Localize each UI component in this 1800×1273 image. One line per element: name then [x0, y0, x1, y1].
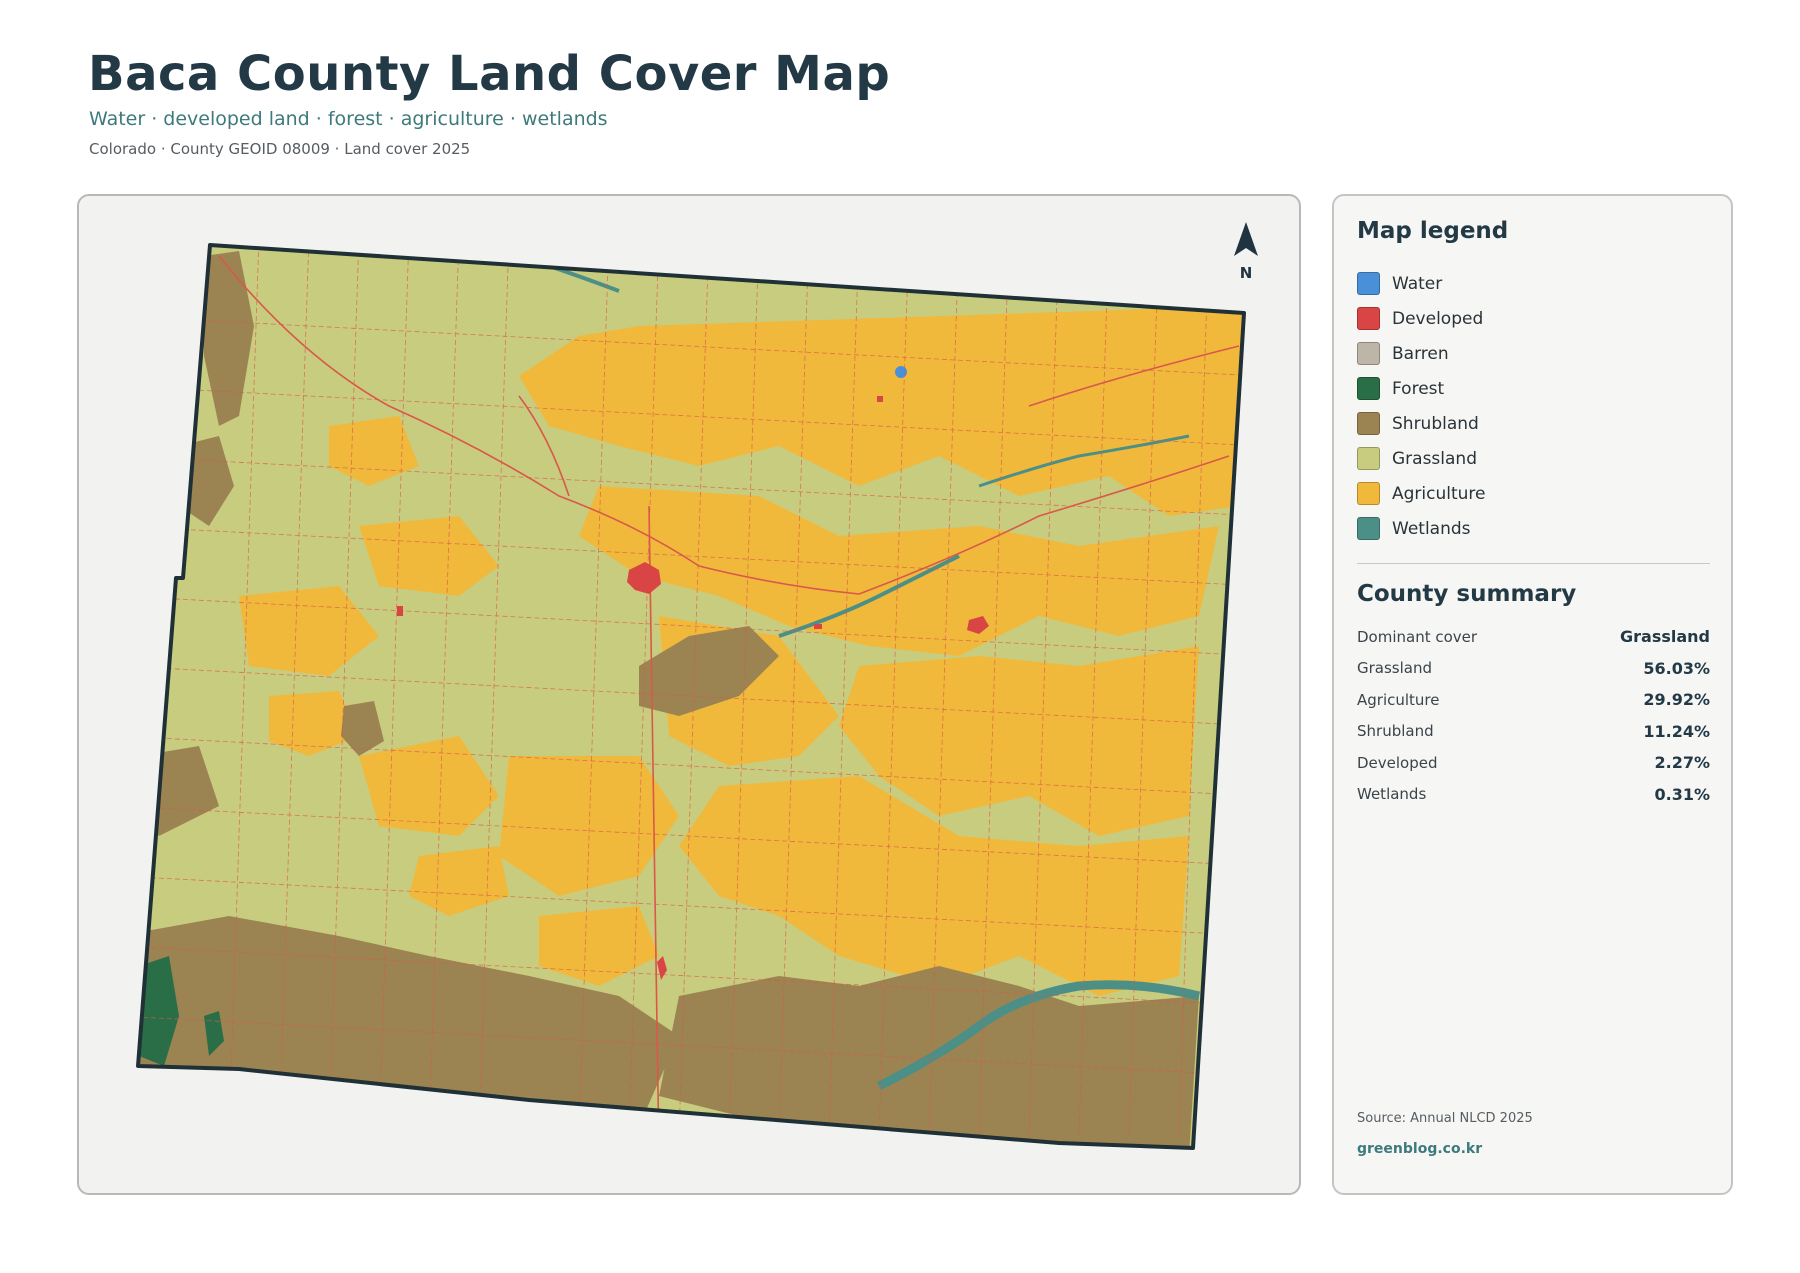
town-north	[877, 396, 883, 402]
legend-label: Agriculture	[1392, 483, 1486, 504]
summary-value: Grassland	[1620, 627, 1710, 647]
legend-label: Forest	[1392, 378, 1445, 399]
north-label: N	[1239, 264, 1253, 282]
town-west	[397, 606, 403, 616]
legend-item-forest: Forest	[1357, 371, 1486, 406]
grassland-swatch	[1357, 447, 1380, 470]
summary-label: Shrubland	[1357, 722, 1434, 741]
page-subtitle: Water · developed land · forest · agricu…	[89, 108, 608, 130]
summary-row-developed: Developed 2.27%	[1357, 747, 1710, 779]
summary-value: 11.24%	[1643, 721, 1710, 741]
legend-label: Grassland	[1392, 448, 1477, 469]
legend-label: Developed	[1392, 308, 1484, 329]
legend-item-barren: Barren	[1357, 336, 1486, 371]
agriculture-swatch	[1357, 482, 1380, 505]
summary-value: 29.92%	[1643, 690, 1710, 710]
north-arrow: N	[1222, 222, 1270, 282]
summary-row-shrubland: Shrubland 11.24%	[1357, 716, 1710, 748]
legend-list: Water Developed Barren Forest Shrubland …	[1357, 266, 1486, 546]
town-pritchett	[814, 624, 822, 629]
legend-label: Shrubland	[1392, 413, 1479, 434]
water-pond	[895, 366, 907, 378]
summary-label: Agriculture	[1357, 690, 1440, 709]
forest-swatch	[1357, 377, 1380, 400]
legend-label: Wetlands	[1392, 518, 1471, 539]
summary-row-dominant: Dominant cover Grassland	[1357, 621, 1710, 653]
legend-label: Water	[1392, 273, 1443, 294]
legend-item-water: Water	[1357, 266, 1486, 301]
barren-swatch	[1357, 342, 1380, 365]
summary-label: Wetlands	[1357, 785, 1427, 804]
side-panel: Map legend Water Developed Barren Forest…	[1332, 194, 1733, 1195]
legend-item-shrubland: Shrubland	[1357, 406, 1486, 441]
summary-value: 0.31%	[1654, 784, 1710, 804]
legend-item-developed: Developed	[1357, 301, 1486, 336]
page-title: Baca County Land Cover Map	[88, 46, 891, 102]
summary-value: 2.27%	[1654, 753, 1710, 773]
county-map[interactable]	[79, 196, 1301, 1195]
summary-row-agriculture: Agriculture 29.92%	[1357, 684, 1710, 716]
panel-divider	[1357, 563, 1710, 564]
developed-swatch	[1357, 307, 1380, 330]
legend-label: Barren	[1392, 343, 1449, 364]
summary-row-grassland: Grassland 56.03%	[1357, 653, 1710, 685]
water-swatch	[1357, 272, 1380, 295]
summary-value: 56.03%	[1643, 658, 1710, 678]
summary-table: Dominant cover Grassland Grassland 56.03…	[1357, 621, 1710, 810]
shrubland-swatch	[1357, 412, 1380, 435]
summary-title: County summary	[1357, 581, 1577, 607]
summary-label: Grassland	[1357, 659, 1432, 678]
summary-label: Dominant cover	[1357, 627, 1478, 646]
map-panel[interactable]	[77, 194, 1301, 1195]
land-cover-layer	[138, 245, 1244, 1148]
legend-title: Map legend	[1357, 218, 1509, 244]
wetlands-swatch	[1357, 517, 1380, 540]
legend-item-agriculture: Agriculture	[1357, 476, 1486, 511]
legend-item-wetlands: Wetlands	[1357, 511, 1486, 546]
site-link[interactable]: greenblog.co.kr	[1357, 1141, 1482, 1157]
page-meta: Colorado · County GEOID 08009 · Land cov…	[89, 140, 471, 158]
legend-item-grassland: Grassland	[1357, 441, 1486, 476]
north-arrow-icon	[1234, 222, 1258, 256]
summary-label: Developed	[1357, 753, 1438, 772]
data-source: Source: Annual NLCD 2025	[1357, 1111, 1533, 1126]
summary-row-wetlands: Wetlands 0.31%	[1357, 779, 1710, 811]
